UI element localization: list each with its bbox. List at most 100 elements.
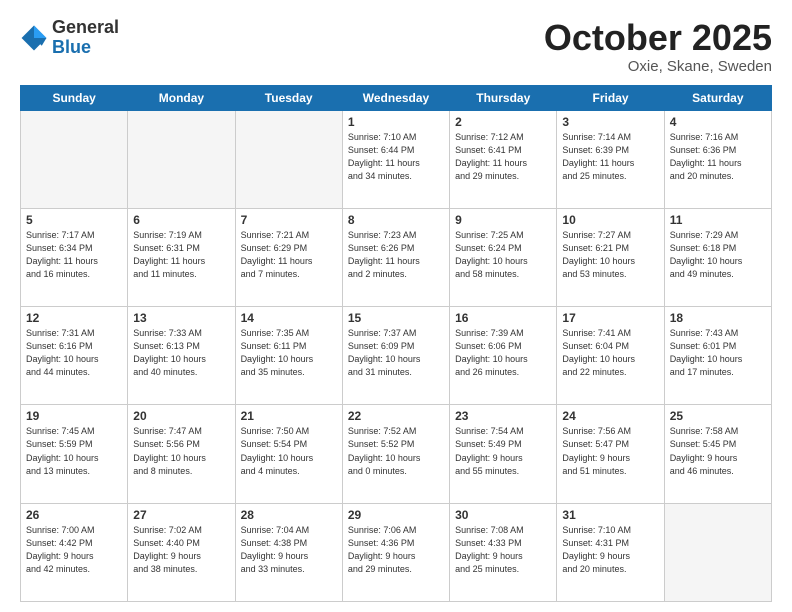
day-info: Sunrise: 7:31 AM Sunset: 6:16 PM Dayligh… [26,327,122,379]
day-number: 23 [455,409,551,423]
table-row: 10 Sunrise: 7:27 AM Sunset: 6:21 PM Dayli… [557,208,664,306]
day-info: Sunrise: 7:37 AM Sunset: 6:09 PM Dayligh… [348,327,444,379]
calendar-week-row: 26 Sunrise: 7:00 AM Sunset: 4:42 PM Dayli… [21,503,772,601]
day-info: Sunrise: 7:29 AM Sunset: 6:18 PM Dayligh… [670,229,766,281]
day-number: 15 [348,311,444,325]
table-row: 21 Sunrise: 7:50 AM Sunset: 5:54 PM Dayli… [235,405,342,503]
table-row: 17Sunrise: 7:41 AM Sunset: 6:04 PM Dayli… [557,307,664,405]
day-info: Sunrise: 7:04 AM Sunset: 4:38 PM Dayligh… [241,524,337,576]
table-row: 24 Sunrise: 7:56 AM Sunset: 5:47 PM Dayli… [557,405,664,503]
day-info: Sunrise: 7:56 AM Sunset: 5:47 PM Dayligh… [562,425,658,477]
table-row [21,110,128,208]
day-number: 30 [455,508,551,522]
day-number: 21 [241,409,337,423]
calendar-table: Sunday Monday Tuesday Wednesday Thursday… [20,85,772,602]
day-number: 26 [26,508,122,522]
location: Oxie, Skane, Sweden [544,58,772,75]
day-info: Sunrise: 7:12 AM Sunset: 6:41 PM Dayligh… [455,131,551,183]
calendar-week-row: 12 Sunrise: 7:31 AM Sunset: 6:16 PM Dayli… [21,307,772,405]
header: General Blue October 2025 Oxie, Skane, S… [20,18,772,75]
table-row: 27Sunrise: 7:02 AM Sunset: 4:40 PM Dayli… [128,503,235,601]
day-info: Sunrise: 7:50 AM Sunset: 5:54 PM Dayligh… [241,425,337,477]
day-number: 12 [26,311,122,325]
table-row: 31 Sunrise: 7:10 AM Sunset: 4:31 PM Dayli… [557,503,664,601]
day-info: Sunrise: 7:17 AM Sunset: 6:34 PM Dayligh… [26,229,122,281]
day-number: 31 [562,508,658,522]
table-row: 2 Sunrise: 7:12 AM Sunset: 6:41 PM Daylig… [450,110,557,208]
calendar-week-row: 5 Sunrise: 7:17 AM Sunset: 6:34 PM Daylig… [21,208,772,306]
day-info: Sunrise: 7:27 AM Sunset: 6:21 PM Dayligh… [562,229,658,281]
table-row: 18 Sunrise: 7:43 AM Sunset: 6:01 PM Dayli… [664,307,771,405]
day-info: Sunrise: 7:33 AM Sunset: 6:13 PM Dayligh… [133,327,229,379]
table-row: 20 Sunrise: 7:47 AM Sunset: 5:56 PM Dayli… [128,405,235,503]
table-row: 12 Sunrise: 7:31 AM Sunset: 6:16 PM Dayli… [21,307,128,405]
day-info: Sunrise: 7:14 AM Sunset: 6:39 PM Dayligh… [562,131,658,183]
day-number: 19 [26,409,122,423]
col-saturday: Saturday [664,85,771,110]
day-info: Sunrise: 7:19 AM Sunset: 6:31 PM Dayligh… [133,229,229,281]
day-number: 6 [133,213,229,227]
col-tuesday: Tuesday [235,85,342,110]
day-info: Sunrise: 7:02 AM Sunset: 4:40 PM Dayligh… [133,524,229,576]
day-info: Sunrise: 7:43 AM Sunset: 6:01 PM Dayligh… [670,327,766,379]
table-row: 7 Sunrise: 7:21 AM Sunset: 6:29 PM Daylig… [235,208,342,306]
day-info: Sunrise: 7:45 AM Sunset: 5:59 PM Dayligh… [26,425,122,477]
day-info: Sunrise: 7:06 AM Sunset: 4:36 PM Dayligh… [348,524,444,576]
table-row: 11 Sunrise: 7:29 AM Sunset: 6:18 PM Dayli… [664,208,771,306]
day-info: Sunrise: 7:41 AM Sunset: 6:04 PM Dayligh… [562,327,658,379]
day-info: Sunrise: 7:21 AM Sunset: 6:29 PM Dayligh… [241,229,337,281]
logo-blue-text: Blue [52,37,91,57]
day-info: Sunrise: 7:39 AM Sunset: 6:06 PM Dayligh… [455,327,551,379]
day-number: 28 [241,508,337,522]
logo-general: General [52,17,119,37]
table-row: 16 Sunrise: 7:39 AM Sunset: 6:06 PM Dayli… [450,307,557,405]
day-info: Sunrise: 7:08 AM Sunset: 4:33 PM Dayligh… [455,524,551,576]
table-row: 29 Sunrise: 7:06 AM Sunset: 4:36 PM Dayli… [342,503,449,601]
day-info: Sunrise: 7:00 AM Sunset: 4:42 PM Dayligh… [26,524,122,576]
table-row: 25 Sunrise: 7:58 AM Sunset: 5:45 PM Dayli… [664,405,771,503]
day-number: 16 [455,311,551,325]
table-row: 1 Sunrise: 7:10 AM Sunset: 6:44 PM Daylig… [342,110,449,208]
col-sunday: Sunday [21,85,128,110]
table-row: 22 Sunrise: 7:52 AM Sunset: 5:52 PM Dayli… [342,405,449,503]
month-title: October 2025 [544,18,772,58]
table-row: 13 Sunrise: 7:33 AM Sunset: 6:13 PM Dayli… [128,307,235,405]
table-row: 23Sunrise: 7:54 AM Sunset: 5:49 PM Dayli… [450,405,557,503]
day-number: 4 [670,115,766,129]
table-row: 9Sunrise: 7:25 AM Sunset: 6:24 PM Daylig… [450,208,557,306]
day-info: Sunrise: 7:58 AM Sunset: 5:45 PM Dayligh… [670,425,766,477]
day-number: 13 [133,311,229,325]
day-number: 5 [26,213,122,227]
table-row: 8Sunrise: 7:23 AM Sunset: 6:26 PM Daylig… [342,208,449,306]
day-number: 18 [670,311,766,325]
col-thursday: Thursday [450,85,557,110]
day-number: 22 [348,409,444,423]
day-info: Sunrise: 7:10 AM Sunset: 6:44 PM Dayligh… [348,131,444,183]
logo-text: General Blue [52,18,119,58]
day-info: Sunrise: 7:10 AM Sunset: 4:31 PM Dayligh… [562,524,658,576]
day-number: 7 [241,213,337,227]
day-info: Sunrise: 7:47 AM Sunset: 5:56 PM Dayligh… [133,425,229,477]
table-row: 15 Sunrise: 7:37 AM Sunset: 6:09 PM Dayli… [342,307,449,405]
day-number: 24 [562,409,658,423]
day-number: 20 [133,409,229,423]
day-number: 8 [348,213,444,227]
day-number: 10 [562,213,658,227]
day-info: Sunrise: 7:35 AM Sunset: 6:11 PM Dayligh… [241,327,337,379]
day-info: Sunrise: 7:52 AM Sunset: 5:52 PM Dayligh… [348,425,444,477]
col-wednesday: Wednesday [342,85,449,110]
table-row [128,110,235,208]
day-number: 11 [670,213,766,227]
day-number: 2 [455,115,551,129]
col-monday: Monday [128,85,235,110]
table-row [235,110,342,208]
calendar-week-row: 1 Sunrise: 7:10 AM Sunset: 6:44 PM Daylig… [21,110,772,208]
day-number: 14 [241,311,337,325]
table-row [664,503,771,601]
day-number: 25 [670,409,766,423]
calendar-header-row: Sunday Monday Tuesday Wednesday Thursday… [21,85,772,110]
calendar-week-row: 19 Sunrise: 7:45 AM Sunset: 5:59 PM Dayli… [21,405,772,503]
col-friday: Friday [557,85,664,110]
day-number: 1 [348,115,444,129]
day-number: 29 [348,508,444,522]
